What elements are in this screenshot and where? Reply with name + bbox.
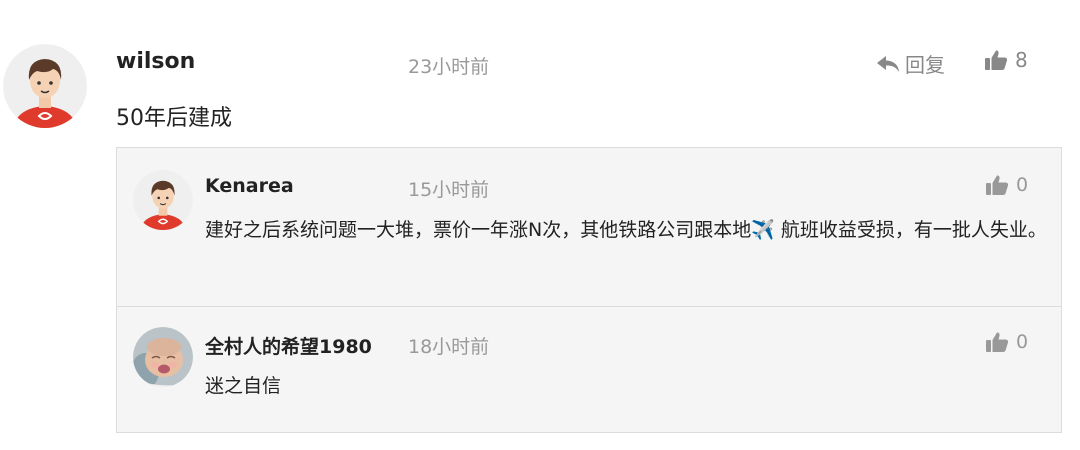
reply-button[interactable]: 回复 [876,49,945,78]
thumbs-up-icon [985,173,1009,197]
cartoon-boy-avatar-icon [3,44,87,128]
reply-item: Kenarea 15小时前 0 建好之后系统问题一大堆，票价一年涨N次，其他铁路… [117,148,1061,307]
reply-timestamp: 15小时前 [408,179,490,201]
reply-arrow-icon [876,54,900,74]
avatar[interactable] [133,327,193,387]
reply-author[interactable]: 全村人的希望1980 [205,332,372,359]
like-button[interactable]: 8 [984,48,1028,72]
thumbs-up-icon [984,48,1008,72]
reply-content: 迷之自信 [205,375,282,397]
reply-content: 建好之后系统问题一大堆，票价一年涨N次，其他铁路公司跟本地✈️ 航班收益受损，有… [205,219,1047,241]
reply-author[interactable]: Kenarea [205,175,294,197]
like-button[interactable]: 0 [985,173,1028,197]
cartoon-boy-avatar-icon [133,170,193,230]
avatar[interactable] [133,170,193,230]
like-count: 0 [1016,174,1029,196]
like-count: 0 [1016,331,1029,353]
thumbs-up-icon [985,330,1009,354]
avatar[interactable] [3,44,87,128]
comment-author[interactable]: wilson [116,49,195,74]
like-button[interactable]: 0 [985,330,1028,354]
comment-timestamp: 23小时前 [408,56,490,78]
reply-label: 回复 [905,53,945,77]
comment-content: 50年后建成 [116,106,232,131]
replies-panel: Kenarea 15小时前 0 建好之后系统问题一大堆，票价一年涨N次，其他铁路… [116,147,1062,433]
like-count: 8 [1015,48,1028,72]
comment-thread: wilson 23小时前 回复 8 50年后建成 Kenarea 15小时前 0… [0,0,1080,450]
baby-photo-avatar-icon [133,327,193,387]
reply-item: 全村人的希望1980 18小时前 0 迷之自信 [117,306,1061,432]
reply-timestamp: 18小时前 [408,336,490,358]
